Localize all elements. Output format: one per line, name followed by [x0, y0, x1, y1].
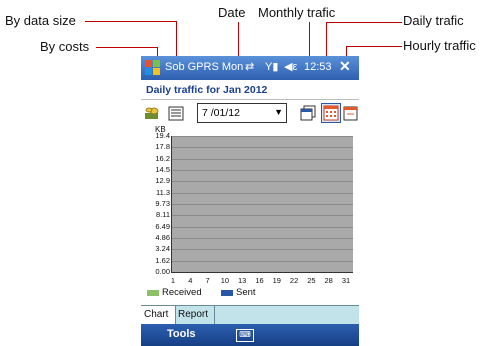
- by-data-size-button[interactable]: [168, 105, 184, 121]
- tab-chart[interactable]: Chart: [141, 306, 176, 324]
- page-title: Daily traffic for Jan 2012: [141, 80, 359, 100]
- leader-line-hourly: [346, 46, 402, 47]
- callout-date: Date: [218, 5, 246, 20]
- app-title: Sob GPRS Mon: [165, 61, 244, 73]
- grid-line: [172, 238, 353, 239]
- y-tick-label: 17.8: [155, 142, 170, 152]
- y-tick-label: 16.2: [155, 153, 170, 163]
- chart-plot-area: [171, 136, 353, 273]
- callout-by-data-size: By data size: [5, 13, 76, 28]
- title-bar: Sob GPRS Mon ⇄ Y▮ ◀ε 12:53 ✕: [141, 56, 359, 80]
- callout-by-costs: By costs: [40, 39, 90, 54]
- tab-bar: Chart Report: [141, 305, 359, 325]
- legend-sent-label: Sent: [236, 287, 256, 298]
- callout-daily-traffic: Daily trafic: [403, 13, 464, 28]
- y-tick-label: 9.73: [155, 199, 170, 208]
- legend-sent-swatch: [221, 290, 233, 296]
- y-tick-label: 0.00: [155, 267, 170, 276]
- tools-menu-button[interactable]: Tools: [167, 328, 196, 340]
- x-tick-label: 19: [272, 276, 281, 285]
- leader-line-costs: [96, 47, 158, 48]
- y-tick-label: 8.11: [155, 210, 170, 220]
- monthly-traffic-button[interactable]: [300, 105, 316, 121]
- grid-line: [172, 204, 353, 205]
- soft-key-bar: Tools ⌨: [141, 324, 359, 346]
- grid-line: [172, 158, 353, 160]
- x-tick-label: 16: [255, 276, 264, 285]
- x-tick-label: 7: [205, 276, 210, 285]
- keyboard-icon[interactable]: ⌨: [236, 329, 254, 342]
- connectivity-icon: ⇄: [245, 61, 255, 73]
- daily-traffic-button[interactable]: [321, 103, 341, 123]
- legend-received-swatch: [147, 290, 159, 296]
- y-tick-label: 11.3: [155, 187, 170, 197]
- callout-hourly-traffic: Hourly traffic: [403, 38, 476, 53]
- close-button[interactable]: ✕: [339, 58, 351, 75]
- grid-line: [172, 260, 353, 262]
- grid-line: [172, 170, 353, 171]
- grid-line: [172, 192, 353, 194]
- clock: 12:53: [304, 61, 332, 73]
- x-tick-label: 4: [188, 276, 193, 285]
- y-tick-label: 19.4: [155, 131, 170, 140]
- page-title-text: Daily traffic for Jan 2012: [146, 84, 268, 96]
- dropdown-arrow-icon[interactable]: ▼: [274, 107, 283, 117]
- x-tick-label: 28: [324, 276, 333, 285]
- x-tick-label: 13: [238, 276, 247, 285]
- signal-strength-icon: Y▮: [265, 61, 279, 73]
- grid-line: [172, 215, 353, 217]
- by-costs-button[interactable]: [144, 105, 160, 121]
- x-tick-label: 22: [289, 276, 299, 285]
- y-tick-label: 12.9: [155, 176, 170, 186]
- date-picker[interactable]: 7 /01/12 ▼: [197, 103, 287, 123]
- phone-screen: Sob GPRS Mon ⇄ Y▮ ◀ε 12:53 ✕ Daily traff…: [141, 56, 359, 346]
- windows-start-icon[interactable]: [144, 59, 161, 76]
- grid-line: [172, 181, 353, 183]
- leader-line-data-size: [85, 21, 177, 22]
- grid-line: [172, 249, 353, 251]
- y-tick-label: 4.86: [155, 233, 170, 242]
- grid-line: [172, 136, 353, 137]
- grid-line: [172, 147, 353, 149]
- y-tick-label: 6.49: [155, 221, 170, 231]
- x-tick-label: 1: [170, 276, 176, 285]
- x-tick-label: 10: [220, 276, 230, 285]
- grid-line: [172, 226, 353, 228]
- callout-monthly-traffic: Monthly trafic: [258, 5, 336, 20]
- legend-received-label: Received: [162, 287, 202, 298]
- y-tick-label: 1.62: [155, 255, 170, 265]
- x-tick-label: 31: [341, 276, 351, 285]
- x-tick-label: 25: [307, 276, 316, 285]
- leader-line-daily: [326, 22, 402, 23]
- tab-report[interactable]: Report: [175, 306, 215, 324]
- y-tick-label: 14.5: [155, 165, 170, 174]
- date-value: 7 /01/12: [202, 107, 240, 119]
- hourly-traffic-button[interactable]: [343, 105, 359, 121]
- y-tick-label: 3.24: [155, 244, 170, 254]
- volume-icon[interactable]: ◀ε: [284, 60, 297, 73]
